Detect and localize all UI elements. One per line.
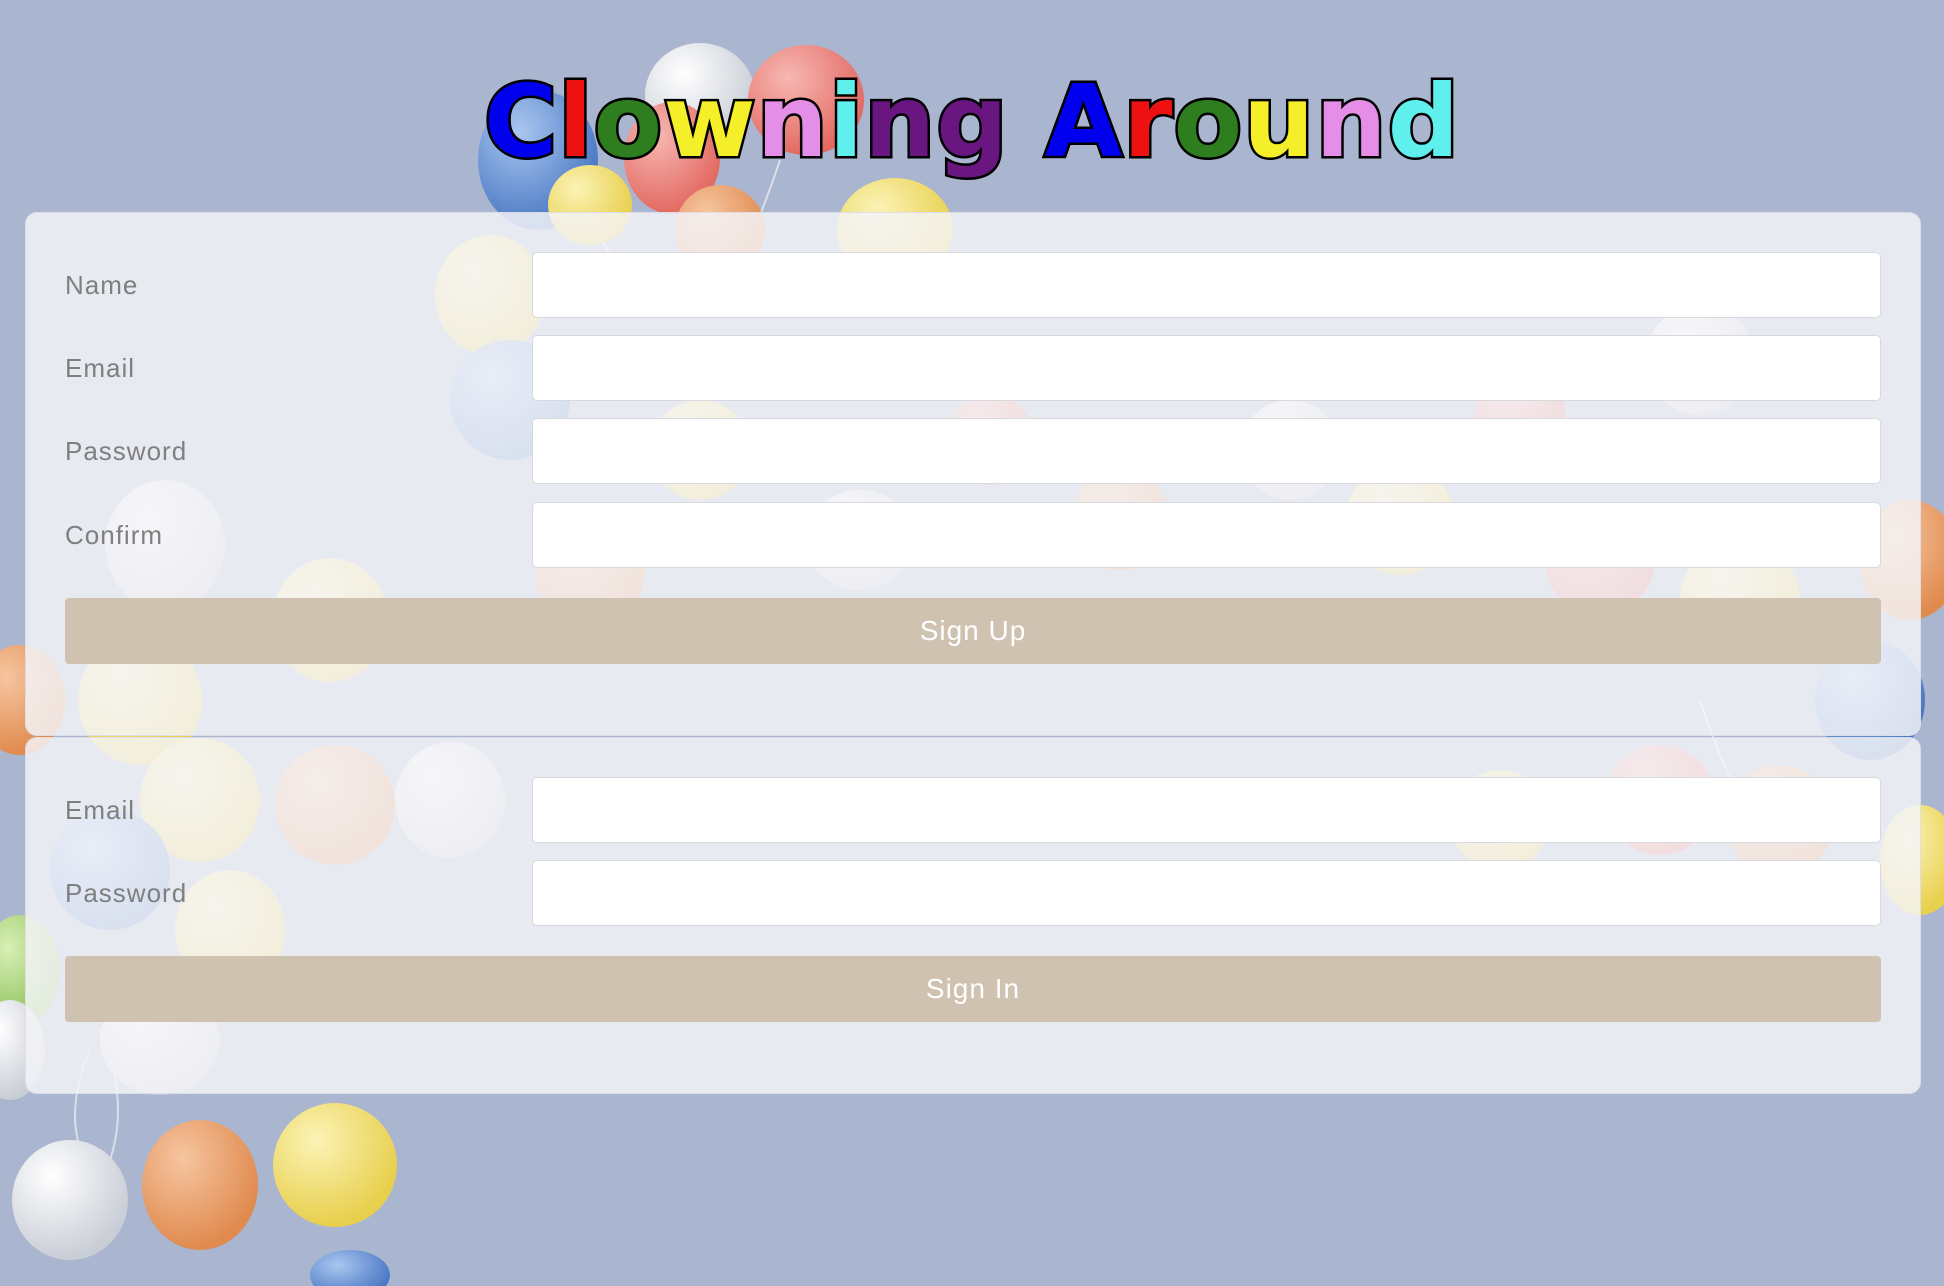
- title-letter: r: [1121, 61, 1175, 183]
- signin-password-label: Password: [65, 878, 188, 908]
- title-letter: w: [661, 61, 758, 183]
- signup-name-input[interactable]: [532, 252, 1881, 318]
- signup-password-input[interactable]: [532, 418, 1881, 484]
- signup-email-input[interactable]: [532, 335, 1881, 401]
- sign-in-button[interactable]: Sign In: [65, 956, 1881, 1022]
- signup-confirm-row: Confirm: [65, 502, 1881, 568]
- signup-email-label: Email: [65, 353, 136, 383]
- signup-name-row: Name: [65, 252, 1881, 318]
- title-letter: n: [754, 61, 830, 183]
- signin-form: Email Password Sign In: [25, 737, 1921, 1094]
- signup-email-row: Email: [65, 335, 1881, 401]
- title-letter: [1009, 63, 1045, 180]
- signup-confirm-label: Confirm: [65, 520, 164, 550]
- title-letter: o: [591, 61, 665, 183]
- signin-password-input[interactable]: [532, 860, 1881, 926]
- title-letter: n: [1313, 61, 1389, 183]
- title-letter: A: [1042, 61, 1124, 183]
- signin-password-row: Password: [65, 860, 1881, 926]
- title-letter: n: [862, 61, 938, 183]
- title-letter: C: [481, 61, 559, 183]
- title-letter: u: [1241, 61, 1317, 183]
- signin-email-label: Email: [65, 795, 136, 825]
- signup-confirm-input[interactable]: [532, 502, 1881, 568]
- signup-name-label: Name: [65, 270, 139, 300]
- app-title: Clowning Around: [0, 61, 1944, 183]
- title-letter: o: [1171, 61, 1245, 183]
- signup-password-row: Password: [65, 418, 1881, 484]
- title-letter: i: [826, 61, 865, 183]
- title-letter: g: [934, 61, 1011, 183]
- title-letter: l: [556, 61, 595, 183]
- signin-email-row: Email: [65, 777, 1881, 843]
- signin-email-input[interactable]: [532, 777, 1881, 843]
- sign-up-button[interactable]: Sign Up: [65, 598, 1881, 664]
- signup-form: Name Email Password Confirm Sign Up: [25, 212, 1921, 736]
- signup-password-label: Password: [65, 436, 188, 466]
- title-letter: d: [1385, 61, 1462, 183]
